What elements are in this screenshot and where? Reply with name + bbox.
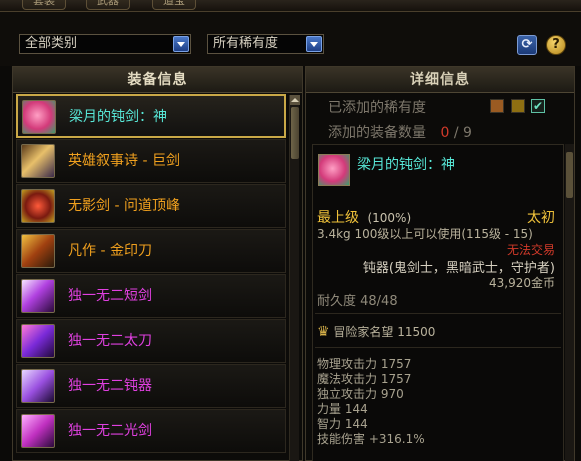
- rarity-filter-legendary[interactable]: [490, 99, 504, 113]
- equipment-list-panel: 装备信息 梁月的钝剑：神 英雄叙事诗 - 巨剑 无影剑 - 问道顶峰 凡作 - 金印刀…: [12, 66, 303, 461]
- detail-price: 43,920金币: [489, 276, 555, 290]
- list-item[interactable]: 独一无二太刀: [16, 319, 286, 363]
- detail-grade: 最上级 (100%): [317, 207, 411, 227]
- fame-crest-icon: ♛: [317, 324, 330, 340]
- added-count-separator: /: [449, 125, 463, 141]
- category-select-value: 全部类别: [25, 36, 78, 51]
- detail-item-name: 梁月的钝剑：神: [357, 157, 455, 173]
- shortsword-icon: [21, 279, 55, 313]
- equipment-list: 梁月的钝剑：神 英雄叙事诗 - 巨剑 无影剑 - 问道顶峰 凡作 - 金印刀 独一无二短…: [16, 94, 286, 454]
- list-item[interactable]: 凡作 - 金印刀: [16, 229, 286, 273]
- equipment-list-scrollbar[interactable]: [289, 95, 300, 461]
- refresh-button[interactable]: ⟳: [517, 35, 537, 55]
- list-item[interactable]: 独一无二钝器: [16, 364, 286, 408]
- detail-fame: 冒险家名望 11500: [333, 325, 436, 339]
- top-tab-strip: 套装 武器 道宝: [0, 0, 581, 12]
- blunt-weapon-icon: [21, 369, 55, 403]
- list-item[interactable]: 独一无二光剑: [16, 409, 286, 453]
- tab-weapon[interactable]: 武器: [86, 0, 130, 10]
- detail-durability: 耐久度 48/48: [317, 294, 398, 309]
- help-button[interactable]: ?: [546, 35, 566, 55]
- detail-stat-line: 魔法攻击力 1757: [317, 372, 412, 386]
- katana-icon: [21, 324, 55, 358]
- detail-divider: [315, 313, 561, 314]
- added-count-row: 添加的装备数量 0 / 9: [328, 122, 472, 142]
- detail-divider: [315, 347, 561, 348]
- list-item[interactable]: 独一无二短剑: [16, 274, 286, 318]
- refresh-icon: ⟳: [521, 37, 533, 52]
- equipment-list-header: 装备信息: [13, 67, 302, 93]
- detail-trade-status: 无法交易: [506, 243, 555, 257]
- detail-panel-header: 详细信息: [306, 67, 574, 93]
- rarity-select-value: 所有稀有度: [213, 36, 279, 51]
- detail-stat-line: 力量 144: [317, 402, 368, 416]
- category-select[interactable]: 全部类别: [19, 34, 191, 54]
- help-icon: ?: [552, 37, 560, 52]
- scroll-thumb[interactable]: [291, 107, 299, 159]
- list-item-name: 独一无二光剑: [68, 423, 152, 439]
- detail-stat-line: 独立攻击力 970: [317, 387, 404, 401]
- detail-stats: 物理攻击力 1757 魔法攻击力 1757 独立攻击力 970 力量 144 智力 14…: [317, 357, 425, 447]
- list-item[interactable]: 梁月的钝剑：神: [16, 94, 286, 138]
- list-item-name: 英雄叙事诗 - 巨剑: [68, 153, 180, 169]
- blunt-sword-icon: [318, 154, 350, 186]
- item-detail-card: 梁月的钝剑：神 最上级 (100%) 太初 3.4kg 100级以上可以使用(1…: [312, 144, 564, 461]
- detail-stat-line: 智力 144: [317, 417, 368, 431]
- tab-treasure[interactable]: 道宝: [152, 0, 196, 10]
- tab-set[interactable]: 套装: [22, 0, 66, 10]
- rarity-filter-epic[interactable]: [511, 99, 525, 113]
- detail-weight-requirement: 3.4kg 100级以上可以使用(115级 - 15): [317, 227, 533, 241]
- detail-grade-percent: (100%): [367, 211, 412, 225]
- blunt-sword-icon: [22, 100, 56, 134]
- lightsaber-icon: [21, 414, 55, 448]
- detail-fame-row: ♛ 冒险家名望 11500: [317, 323, 435, 340]
- detail-stat-line: 技能伤害 +316.1%: [317, 432, 425, 446]
- chevron-down-icon[interactable]: [173, 36, 189, 52]
- list-item-name: 无影剑 - 问道顶峰: [68, 198, 180, 214]
- added-rarity-label: 已添加的稀有度: [328, 100, 426, 116]
- detail-scrollbar[interactable]: [565, 144, 574, 461]
- list-item-name: 独一无二太刀: [68, 333, 152, 349]
- checkmark-icon[interactable]: ✔: [531, 99, 545, 113]
- rarity-select[interactable]: 所有稀有度: [207, 34, 324, 54]
- detail-grade-label: 最上级: [317, 210, 359, 226]
- shadow-sword-icon: [21, 189, 55, 223]
- list-item[interactable]: 无影剑 - 问道顶峰: [16, 184, 286, 228]
- added-count-max: 9: [463, 125, 472, 141]
- filter-bar: 全部类别 所有稀有度 ⟳ ?: [0, 12, 581, 66]
- detail-stat-line: 物理攻击力 1757: [317, 357, 412, 371]
- chevron-down-icon[interactable]: [306, 36, 322, 52]
- list-item[interactable]: 英雄叙事诗 - 巨剑: [16, 139, 286, 183]
- list-item-name: 独一无二钝器: [68, 378, 152, 394]
- detail-tier: 太初: [527, 210, 555, 226]
- greatsword-icon: [21, 144, 55, 178]
- list-item-name: 独一无二短剑: [68, 288, 152, 304]
- added-count-label: 添加的装备数量: [328, 125, 426, 141]
- golden-blade-icon: [21, 234, 55, 268]
- detail-panel: 详细信息 已添加的稀有度 ✔ 添加的装备数量 0 / 9 梁月的钝剑：神 最上级…: [305, 66, 575, 461]
- scroll-thumb[interactable]: [566, 152, 573, 198]
- list-item-name: 梁月的钝剑：神: [69, 109, 167, 125]
- scroll-up-icon[interactable]: [290, 95, 300, 105]
- list-item-name: 凡作 - 金印刀: [68, 243, 152, 259]
